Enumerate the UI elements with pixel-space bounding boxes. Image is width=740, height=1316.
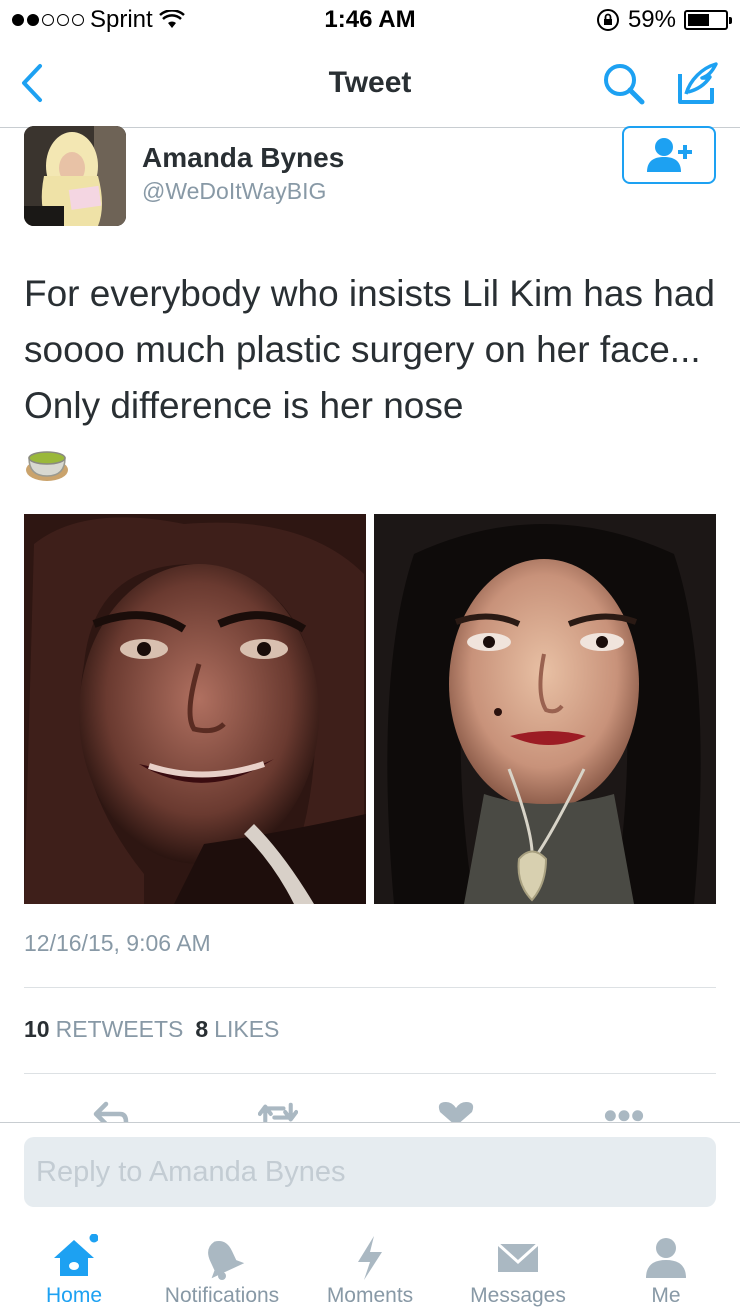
nav-bar: Tweet [0,40,740,128]
compose-icon[interactable] [672,58,722,108]
follow-button[interactable] [622,126,716,184]
tab-moments[interactable]: Moments [296,1222,444,1316]
reply-input[interactable] [24,1137,716,1207]
photo-2-image [374,514,716,904]
status-bar: Sprint 1:46 AM 59% [0,0,740,40]
battery-icon [684,10,732,30]
battery-fill [688,14,710,26]
tab-bar: Home Notifications Moments Messages Me [0,1222,740,1316]
tweet-stats: 10 RETWEETS 8 LIKES [24,1016,279,1043]
photo-1-image [24,514,366,904]
divider [24,987,716,988]
tweet-text: For everybody who insists Lil Kim has ha… [24,273,715,426]
likes-count: 8 [195,1016,209,1042]
retweets-count: 10 [24,1016,50,1042]
tea-emoji [26,451,68,481]
bell-icon [208,1241,245,1280]
divider [24,1073,716,1074]
home-icon [54,1234,98,1276]
search-icon[interactable] [600,60,648,108]
retweets-stat[interactable]: 10 RETWEETS [24,1016,183,1043]
rotation-lock-icon [596,9,619,31]
tab-me[interactable]: Me [592,1222,740,1316]
add-user-icon [647,138,692,172]
tab-label: Notifications [164,1284,280,1307]
reply-bar [0,1122,740,1222]
tab-label: Moments [326,1284,414,1307]
tab-label: Messages [470,1284,566,1307]
tweet-photo-1[interactable] [24,514,366,904]
tweet-timestamp: 12/16/15, 9:06 AM [24,930,211,956]
battery-percent: 59% [627,6,676,33]
avatar[interactable] [24,126,126,226]
retweets-label: RETWEETS [55,1016,184,1042]
likes-stat[interactable]: 8 LIKES [195,1016,279,1043]
tab-home[interactable]: Home [0,1222,148,1316]
lightning-icon [358,1236,382,1280]
person-icon [646,1238,686,1278]
tab-label: Me [651,1284,681,1307]
tab-messages[interactable]: Messages [444,1222,592,1316]
likes-label: LIKES [214,1016,280,1042]
author-handle[interactable]: @WeDoItWayBIG [142,178,326,205]
tab-label: Home [45,1284,103,1307]
tweet-photo-2[interactable] [374,514,716,904]
status-right: 59% [596,6,732,34]
tab-notifications[interactable]: Notifications [148,1222,296,1316]
avatar-image [24,126,126,226]
envelope-icon [496,1242,540,1272]
author-name[interactable]: Amanda Bynes [142,142,344,174]
